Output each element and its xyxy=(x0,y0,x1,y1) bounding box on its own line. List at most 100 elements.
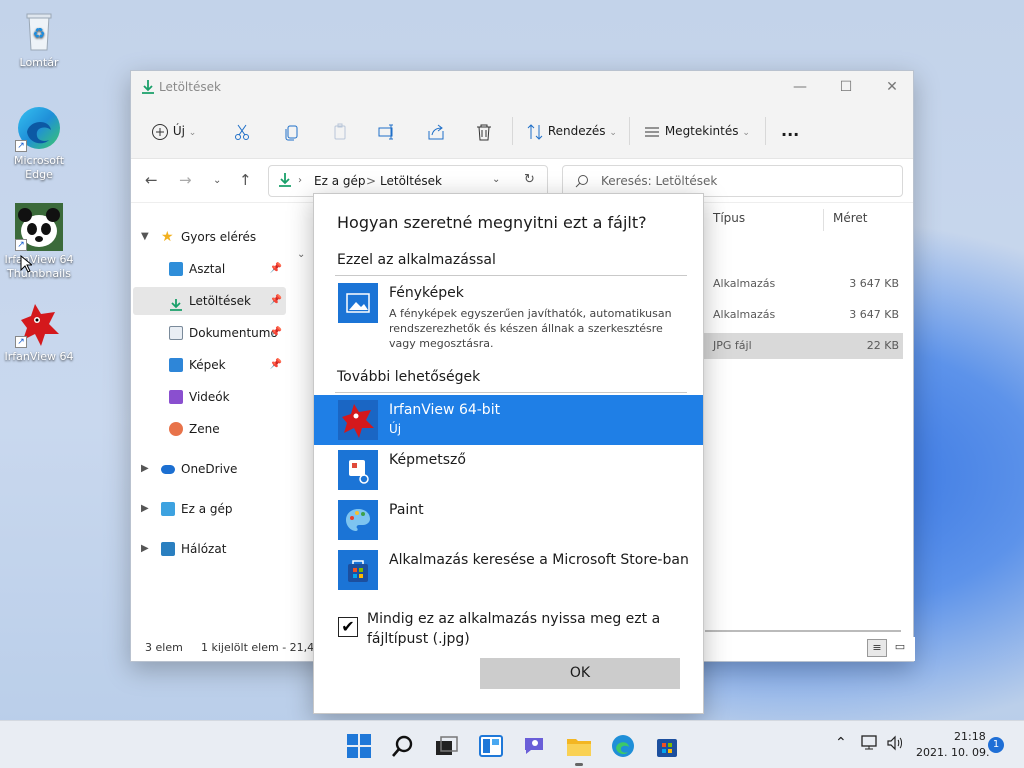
tiles-view-toggle[interactable]: ▭ xyxy=(891,639,909,657)
file-row[interactable]: Alkalmazás 3 647 KB xyxy=(699,271,903,297)
file-row-selected[interactable]: JPG fájl 22 KB xyxy=(699,333,903,359)
section-divider xyxy=(335,392,687,393)
music-icon xyxy=(169,422,183,436)
forward-button[interactable]: → xyxy=(179,171,192,189)
chevron-down-icon[interactable]: ⌄ xyxy=(492,174,500,185)
chevron-right-icon: ▶ xyxy=(141,463,149,474)
sidebar-item-pictures[interactable]: Képek 📌 xyxy=(133,351,286,379)
ok-button[interactable]: OK xyxy=(480,658,680,689)
taskbar: ⌃ 21:18 2021. 10. 09. 1 xyxy=(0,720,1024,768)
notification-badge[interactable]: 1 xyxy=(988,737,1004,753)
horizontal-scrollbar[interactable] xyxy=(705,630,901,632)
network-icon[interactable] xyxy=(860,735,878,754)
back-button[interactable]: ← xyxy=(145,171,158,189)
app-option-paint[interactable]: Paint xyxy=(314,495,703,545)
edge-icon[interactable] xyxy=(610,733,636,759)
details-view-toggle[interactable]: ≡ xyxy=(867,639,887,657)
app-option-irfanview[interactable]: IrfanView 64-bit Új xyxy=(314,395,703,445)
copy-button[interactable] xyxy=(283,120,301,144)
app-option-store-search[interactable]: Alkalmazás keresése a Microsoft Store-ba… xyxy=(314,545,703,595)
sidebar-item-desktop[interactable]: Asztal 📌 xyxy=(133,255,286,283)
breadcrumb-current[interactable]: Letöltések xyxy=(380,174,442,188)
search-icon[interactable] xyxy=(390,733,416,759)
app-option-snipping-tool[interactable]: Képmetsző xyxy=(314,445,703,495)
delete-button[interactable] xyxy=(475,120,493,144)
cut-button[interactable] xyxy=(233,120,251,144)
sort-label: Rendezés xyxy=(547,124,606,138)
refresh-icon[interactable]: ↻ xyxy=(524,172,535,187)
sidebar-item-onedrive[interactable]: ▶ OneDrive xyxy=(133,455,286,483)
sidebar-item-downloads[interactable]: Letöltések 📌 xyxy=(133,287,286,315)
recent-locations-button[interactable]: ⌄ xyxy=(213,175,221,186)
clock-date[interactable]: 2021. 10. 09. xyxy=(916,746,989,759)
pin-icon: 📌 xyxy=(269,327,282,338)
more-options-button[interactable]: ... xyxy=(781,120,799,144)
search-placeholder: Keresés: Letöltések xyxy=(601,174,718,188)
sidebar-item-this-pc[interactable]: ▶ Ez a gép xyxy=(133,495,286,523)
toolbar-separator xyxy=(512,117,513,145)
rename-button[interactable] xyxy=(378,120,396,144)
desktop-icon-edge[interactable]: ↗ Microsoft Edge xyxy=(3,104,75,182)
chat-icon[interactable] xyxy=(522,733,548,759)
app-name: Paint xyxy=(389,502,424,518)
maximize-button[interactable]: ☐ xyxy=(823,71,869,103)
desktop-icon-irfanview-thumbnails[interactable]: ↗ IrfanView 64 Thumbnails xyxy=(3,203,75,281)
up-button[interactable]: ↑ xyxy=(239,171,252,189)
group-collapse-icon[interactable]: ⌄ xyxy=(297,249,305,260)
irfanview-cat-icon xyxy=(338,400,378,440)
always-use-label[interactable]: Mindig ez az alkalmazás nyissa meg ezt a… xyxy=(367,609,687,649)
download-arrow-icon xyxy=(141,79,155,98)
shortcut-arrow-icon: ↗ xyxy=(15,239,27,251)
copy-icon xyxy=(283,123,301,141)
app-name: Alkalmazás keresése a Microsoft Store-ba… xyxy=(389,552,689,568)
sidebar-item-music[interactable]: Zene xyxy=(133,415,286,443)
desktop-icon-label: IrfanView 64 xyxy=(4,350,74,363)
chevron-right-icon: ▶ xyxy=(141,503,149,514)
file-explorer-icon[interactable] xyxy=(566,733,592,759)
share-button[interactable] xyxy=(427,120,445,144)
command-bar: Új ⌄ Rendezés ⌄ Megtekintés ⌄ ... xyxy=(131,103,913,159)
breadcrumb-root[interactable]: Ez a gép xyxy=(314,174,365,188)
new-button[interactable]: Új ⌄ xyxy=(151,120,196,144)
panda-icon: ↗ xyxy=(15,203,63,251)
volume-icon[interactable] xyxy=(886,735,904,754)
minimize-button[interactable]: — xyxy=(777,71,823,103)
close-button[interactable]: ✕ xyxy=(869,71,915,103)
sidebar-item-documents[interactable]: Dokumentumo 📌 xyxy=(133,319,286,347)
toolbar-separator xyxy=(629,117,630,145)
desktop-icon-recycle-bin[interactable]: ♻ Lomtár xyxy=(3,6,75,70)
recycle-bin-icon: ♻ xyxy=(15,6,63,54)
view-button[interactable]: Megtekintés ⌄ xyxy=(643,120,750,144)
shortcut-arrow-icon: ↗ xyxy=(15,336,27,348)
sidebar-item-network[interactable]: ▶ Hálózat xyxy=(133,535,286,563)
sort-button[interactable]: Rendezés ⌄ xyxy=(526,120,617,144)
rename-icon xyxy=(378,123,396,141)
start-windows-icon[interactable] xyxy=(346,733,372,759)
section-current-app: Ezzel az alkalmazással xyxy=(337,252,496,268)
task-view-icon[interactable] xyxy=(434,733,460,759)
app-name: IrfanView 64-bit xyxy=(389,402,501,418)
section-more-options: További lehetőségek xyxy=(337,369,481,385)
app-new-badge: Új xyxy=(389,422,402,436)
window-title: Letöltések xyxy=(159,80,221,94)
column-divider xyxy=(823,209,824,231)
list-view-icon xyxy=(643,123,661,141)
widgets-icon[interactable] xyxy=(478,733,504,759)
column-header-size[interactable]: Méret xyxy=(833,211,868,225)
always-use-checkbox[interactable]: ✔ xyxy=(338,617,358,637)
sidebar-item-videos[interactable]: Videók xyxy=(133,383,286,411)
breadcrumb-separator: > xyxy=(366,174,377,188)
title-bar[interactable]: Letöltések — ☐ ✕ xyxy=(131,71,913,103)
item-count: 3 elem xyxy=(145,641,183,654)
store-bag-icon[interactable] xyxy=(654,733,680,759)
running-indicator xyxy=(575,763,583,766)
snipping-tool-icon xyxy=(338,450,378,490)
clock-time[interactable]: 21:18 xyxy=(954,730,986,743)
column-header-type[interactable]: Típus xyxy=(713,211,745,225)
paste-button[interactable] xyxy=(331,120,349,144)
desktop-icon-irfanview[interactable]: ↗ IrfanView 64 xyxy=(3,300,75,364)
file-row[interactable]: Alkalmazás 3 647 KB xyxy=(699,302,903,328)
navigation-pane: ▼ ★ Gyors elérés Asztal 📌 Letöltések 📌 D… xyxy=(131,204,289,624)
sidebar-item-quick-access[interactable]: ▼ ★ Gyors elérés xyxy=(133,223,286,251)
chevron-up-icon[interactable]: ⌃ xyxy=(835,735,847,751)
